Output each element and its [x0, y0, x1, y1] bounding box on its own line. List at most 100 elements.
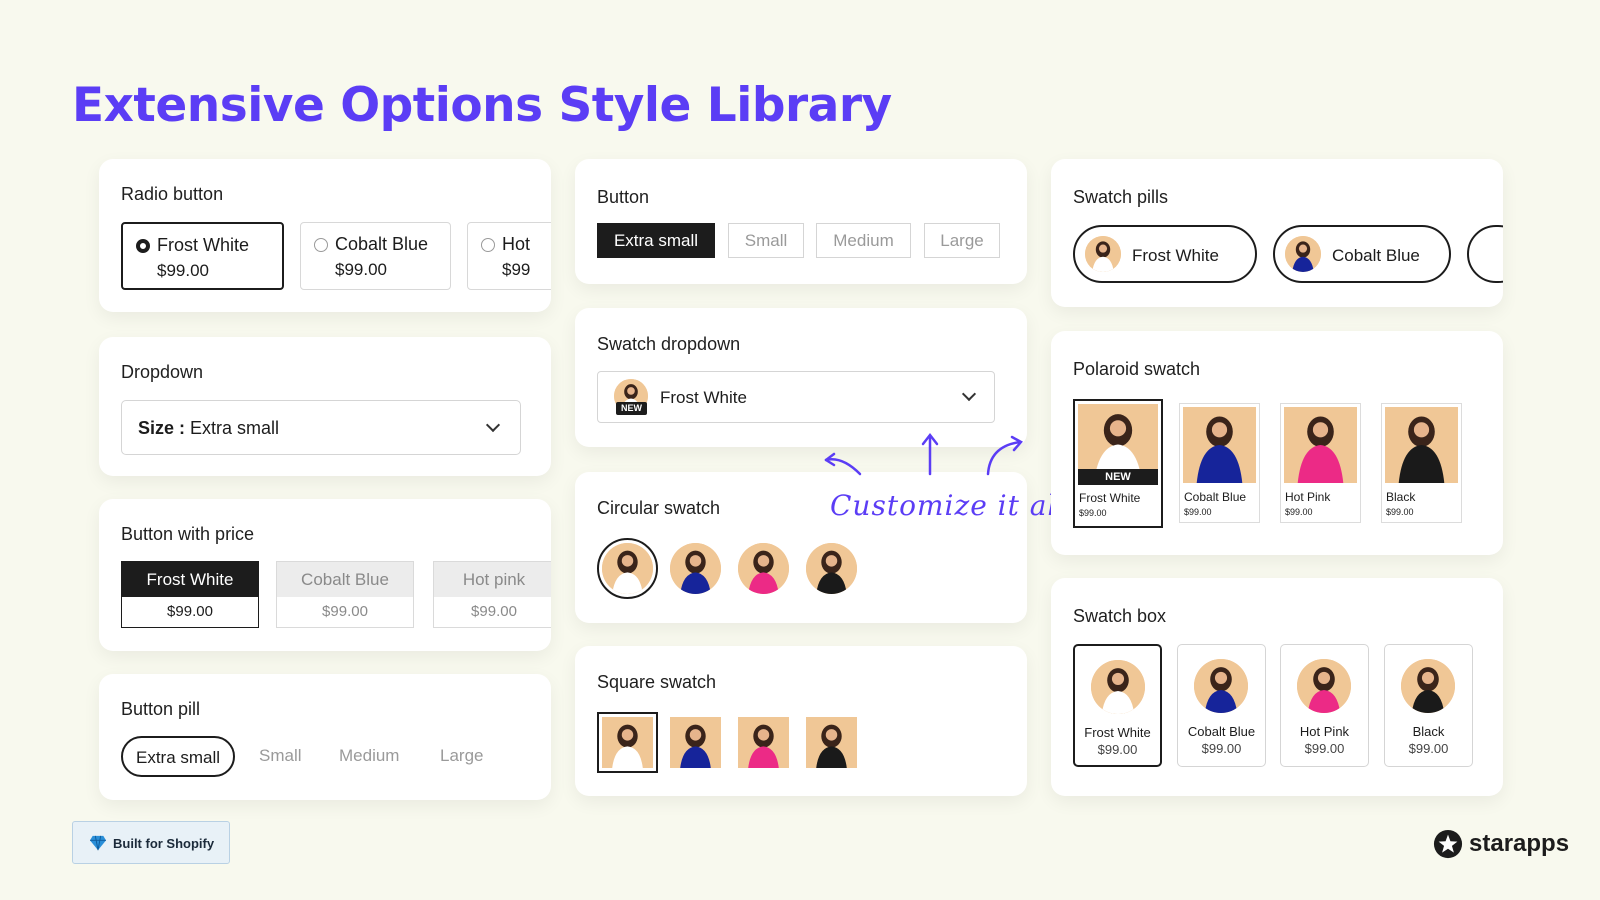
- pill-medium[interactable]: Medium: [339, 736, 399, 777]
- option-name: Cobalt Blue: [1332, 246, 1420, 265]
- square-swatch-card: Square swatch: [575, 646, 1027, 796]
- swatch-box-black[interactable]: Black $99.00: [1384, 644, 1473, 767]
- price-button-hot-pink[interactable]: Hot pink $99.00: [433, 561, 551, 628]
- dropdown-value: Frost White: [660, 388, 747, 407]
- radio-selected-icon: [136, 239, 150, 253]
- option-price: $99.00: [1097, 742, 1138, 757]
- option-price: $99.00: [1386, 507, 1414, 517]
- swatch-pills-card: Swatch pills Frost White Cobalt Blue: [1051, 159, 1503, 307]
- model-icon: [670, 717, 721, 768]
- circular-swatch-hot-pink[interactable]: [738, 543, 789, 594]
- card-title: Radio button: [121, 184, 224, 204]
- swatch-pill-cobalt-blue[interactable]: Cobalt Blue: [1273, 225, 1451, 283]
- model-icon: [602, 717, 653, 768]
- option-price: $99.00: [1184, 507, 1212, 517]
- swatch-avatar: [1297, 659, 1351, 713]
- brand-name: starapps: [1469, 830, 1570, 857]
- arrows-decoration: [824, 432, 1023, 476]
- card-title: Button with price: [121, 524, 255, 544]
- swatch-pill-partial[interactable]: [1467, 225, 1503, 283]
- card-title: Dropdown: [121, 362, 204, 382]
- model-icon: [806, 717, 857, 768]
- polaroid-hot-pink[interactable]: Hot Pink $99.00: [1280, 403, 1361, 523]
- dropdown-card: Dropdown Size : Extra small: [99, 337, 551, 476]
- circular-swatch-cobalt-blue[interactable]: [670, 543, 721, 594]
- option-price: $99.00: [1285, 507, 1313, 517]
- swatch-box-frost-white[interactable]: Frost White $99.00: [1073, 644, 1162, 767]
- option-price: $99.00: [157, 261, 209, 280]
- option-name: Hot pink: [434, 562, 551, 597]
- swatch-avatar: [1085, 236, 1121, 272]
- price-button-cobalt-blue[interactable]: Cobalt Blue $99.00: [276, 561, 414, 628]
- polaroid-image: [1284, 407, 1357, 483]
- polaroid-frost-white[interactable]: NEW Frost White $99.00: [1073, 399, 1163, 528]
- button-with-price-card: Button with price Frost White $99.00 Cob…: [99, 499, 551, 651]
- page-title: Extensive Options Style Library: [72, 78, 892, 133]
- dropdown-value: Extra small: [190, 418, 280, 438]
- option-name: Black: [1386, 490, 1416, 504]
- option-name: Cobalt Blue: [335, 234, 429, 254]
- swatch-dropdown[interactable]: NEW Frost White: [597, 371, 995, 423]
- dropdown-label: Size :: [138, 418, 186, 438]
- card-title: Polaroid swatch: [1073, 359, 1201, 379]
- circular-swatch-black[interactable]: [806, 543, 857, 594]
- option-name: Black: [1412, 724, 1445, 739]
- button-medium[interactable]: Medium: [816, 223, 911, 258]
- option-price: $99.00: [471, 603, 517, 620]
- polaroid-image: [1385, 407, 1458, 483]
- option-name: Frost White: [1079, 491, 1141, 505]
- card-title: Swatch box: [1073, 606, 1167, 626]
- price-button-frost-white[interactable]: Frost White $99.00: [121, 561, 259, 628]
- built-for-shopify-badge: Built for Shopify: [72, 821, 230, 864]
- button-small[interactable]: Small: [728, 223, 804, 258]
- option-name: Hot Pink: [1285, 490, 1331, 504]
- model-icon: [670, 543, 721, 594]
- pill-small[interactable]: Small: [259, 736, 302, 777]
- square-swatch-frost-white-image: [602, 717, 653, 768]
- option-name: Frost White: [1132, 246, 1219, 265]
- swatch-avatar: [1401, 659, 1455, 713]
- model-icon: [1091, 660, 1145, 714]
- option-price: $99.00: [1408, 741, 1449, 756]
- swatch-dropdown-card: Swatch dropdown NEW Frost White: [575, 308, 1027, 447]
- pill-large[interactable]: Large: [440, 736, 483, 777]
- polaroid-cobalt-blue[interactable]: Cobalt Blue $99.00: [1179, 403, 1260, 523]
- model-icon: [1285, 236, 1321, 272]
- swatch-avatar: [1194, 659, 1248, 713]
- card-title: Swatch dropdown: [597, 334, 741, 354]
- chevron-down-icon: [485, 417, 501, 433]
- size-dropdown[interactable]: Size : Extra small: [121, 400, 521, 455]
- swatch-pill-frost-white[interactable]: Frost White: [1073, 225, 1257, 283]
- new-badge: NEW: [1078, 469, 1158, 485]
- radio-option-frost-white[interactable]: Frost White $99.00: [121, 222, 284, 290]
- card-title: Button pill: [121, 699, 201, 719]
- option-price: $99.00: [1304, 741, 1345, 756]
- option-name: Cobalt Blue: [1187, 724, 1256, 739]
- radio-option-cobalt-blue[interactable]: Cobalt Blue $99.00: [300, 222, 451, 290]
- button-extra-small[interactable]: Extra small: [597, 223, 715, 258]
- button-large[interactable]: Large: [924, 223, 1000, 258]
- square-swatch-cobalt-blue[interactable]: [670, 717, 721, 768]
- pill-extra-small[interactable]: Extra small: [121, 736, 236, 777]
- swatch-avatar: [1285, 236, 1321, 272]
- customize-caption: Customize it all: [830, 489, 1068, 522]
- swatch-box-hot-pink[interactable]: Hot Pink $99.00: [1280, 644, 1369, 767]
- option-name: Cobalt Blue: [277, 562, 413, 597]
- swatch-box-cobalt-blue[interactable]: Cobalt Blue $99.00: [1177, 644, 1266, 767]
- square-swatch-hot-pink[interactable]: [738, 717, 789, 768]
- radio-unselected-icon: [314, 238, 328, 252]
- model-icon: [1385, 407, 1458, 483]
- option-price: $99.00: [1201, 741, 1242, 756]
- square-swatch-black[interactable]: [806, 717, 857, 768]
- star-logo-icon: [1433, 829, 1463, 859]
- radio-button-card: Radio button Frost White $99.00 Cobalt B…: [99, 159, 551, 312]
- model-icon: [1194, 659, 1248, 713]
- model-icon: [806, 543, 857, 594]
- option-price: $99.00: [1079, 508, 1107, 518]
- card-title: Swatch pills: [1073, 187, 1169, 207]
- button-card: Button Extra small Small Medium Large: [575, 159, 1027, 284]
- model-icon: [1085, 236, 1121, 272]
- option-price: $99.00: [322, 603, 368, 620]
- polaroid-black[interactable]: Black $99.00: [1381, 403, 1462, 523]
- radio-option-hot-pink[interactable]: Hot $99: [467, 222, 551, 290]
